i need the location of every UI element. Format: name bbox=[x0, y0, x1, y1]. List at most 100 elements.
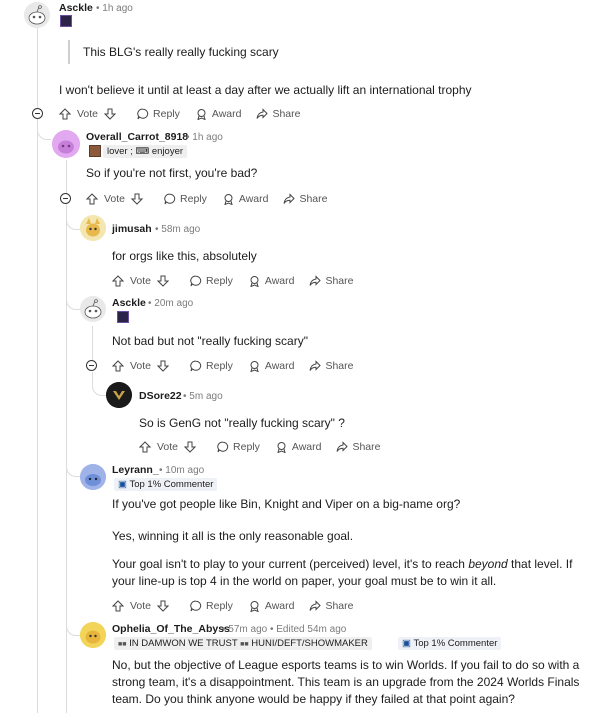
collapse-thread-button[interactable] bbox=[32, 108, 43, 119]
reply-label: Reply bbox=[206, 275, 233, 287]
comment-body: So if you're not first, you're bad? bbox=[86, 166, 258, 180]
badge-text: Top 1% Commenter bbox=[129, 479, 214, 490]
snoo-avatar-icon bbox=[80, 296, 106, 322]
award-button[interactable]: Award bbox=[248, 600, 294, 612]
comment-time-text: 10m ago bbox=[165, 465, 205, 476]
comment-time-text: 1h ago bbox=[192, 132, 223, 143]
comment-body: I won't believe it until at least a day … bbox=[59, 83, 472, 97]
share-button[interactable]: Share bbox=[309, 360, 354, 372]
share-label: Share bbox=[272, 108, 301, 120]
reply-label: Reply bbox=[206, 360, 233, 372]
downvote-icon[interactable] bbox=[157, 600, 170, 612]
avatar[interactable] bbox=[80, 296, 106, 322]
comment-time: • 5m ago bbox=[183, 391, 223, 402]
upvote-icon[interactable] bbox=[139, 441, 151, 453]
comment-time-text: 1h ago bbox=[102, 3, 133, 14]
share-button[interactable]: Share bbox=[309, 600, 354, 612]
upvote-icon[interactable] bbox=[86, 193, 98, 205]
collapse-thread-button[interactable] bbox=[60, 193, 71, 204]
downvote-icon[interactable] bbox=[157, 360, 170, 372]
share-icon bbox=[309, 600, 322, 611]
upvote-icon[interactable] bbox=[112, 360, 124, 372]
share-button[interactable]: Share bbox=[256, 108, 301, 120]
thread-branch bbox=[66, 455, 80, 477]
comment-time-text: 5m ago bbox=[189, 391, 223, 402]
share-icon bbox=[256, 108, 269, 119]
avatar[interactable] bbox=[80, 464, 106, 490]
award-button[interactable]: Award bbox=[248, 275, 294, 287]
thread-branch bbox=[66, 612, 80, 636]
reply-button[interactable]: Reply bbox=[164, 193, 207, 205]
comment-actions: Vote Reply Award Share bbox=[86, 191, 343, 207]
share-button[interactable]: Share bbox=[336, 441, 381, 453]
comment-author[interactable]: Ophelia_Of_The_Abyss bbox=[112, 623, 230, 635]
flair-text: HUNI/DEFT/SHOWMAKER bbox=[251, 638, 368, 649]
award-button[interactable]: Award bbox=[195, 108, 241, 120]
avatar[interactable] bbox=[106, 382, 132, 408]
reply-button[interactable]: Reply bbox=[217, 441, 260, 453]
user-flair: lover ; ⌨ enjoyer bbox=[103, 145, 188, 158]
comment-author[interactable]: Asckle bbox=[112, 297, 146, 309]
team-emblem-icon: ■■ bbox=[240, 641, 249, 648]
comment-bubble-icon bbox=[190, 275, 202, 287]
comment-body: for orgs like this, absolutely bbox=[112, 249, 257, 263]
reply-button[interactable]: Reply bbox=[190, 600, 233, 612]
share-label: Share bbox=[325, 360, 354, 372]
comment-author[interactable]: jimusah bbox=[112, 223, 152, 235]
flair-text: IN DAMWON WE TRUST bbox=[129, 638, 238, 649]
comment-author[interactable]: DSore22 bbox=[139, 390, 182, 402]
avatar[interactable] bbox=[52, 130, 80, 158]
comment-actions: Vote Reply Award Share bbox=[112, 358, 369, 374]
emphasis-text: beyond bbox=[468, 557, 508, 571]
award-button[interactable]: Award bbox=[222, 193, 268, 205]
reply-button[interactable]: Reply bbox=[190, 275, 233, 287]
user-flair-image bbox=[117, 311, 129, 323]
user-flair-image bbox=[89, 145, 101, 157]
vote-label: Vote bbox=[130, 275, 152, 287]
thread-branch bbox=[66, 286, 80, 310]
comment-bubble-icon bbox=[137, 108, 149, 120]
award-icon bbox=[197, 109, 206, 120]
comment-time-text: 58m ago bbox=[161, 224, 201, 235]
award-icon bbox=[250, 276, 259, 287]
upvote-icon[interactable] bbox=[59, 108, 71, 120]
comment-author[interactable]: Asckle bbox=[59, 2, 93, 14]
comment-time: • 10m ago bbox=[159, 465, 205, 476]
reply-button[interactable]: Reply bbox=[137, 108, 180, 120]
thread-branch bbox=[92, 372, 106, 396]
comment-actions: Vote Reply Award Share bbox=[112, 273, 369, 289]
collapse-thread-button[interactable] bbox=[86, 360, 97, 371]
upvote-icon[interactable] bbox=[112, 600, 124, 612]
team-emblem-icon: ■■ bbox=[118, 641, 127, 648]
downvote-icon[interactable] bbox=[131, 193, 144, 205]
comment-author[interactable]: Leyrann_ bbox=[112, 464, 159, 476]
snoo-avatar-icon bbox=[80, 215, 106, 241]
comment-bubble-icon bbox=[190, 360, 202, 372]
comment-time-text: 20m ago bbox=[154, 298, 194, 309]
downvote-icon[interactable] bbox=[184, 441, 197, 453]
thread-branch bbox=[37, 120, 51, 140]
comment-bubble-icon bbox=[217, 441, 229, 453]
downvote-icon[interactable] bbox=[157, 275, 170, 287]
award-label: Award bbox=[264, 360, 295, 372]
downvote-icon[interactable] bbox=[104, 108, 117, 120]
comment-actions: Vote Reply Award Share bbox=[139, 439, 396, 455]
comment-actions: Vote Reply Award Share bbox=[112, 598, 369, 614]
top-commenter-badge: ▣ Top 1% Commenter bbox=[398, 637, 502, 650]
share-button[interactable]: Share bbox=[309, 275, 354, 287]
comment-body: Not bad but not "really fucking scary" bbox=[112, 334, 308, 348]
thread-branch bbox=[66, 206, 80, 230]
share-icon bbox=[336, 441, 349, 452]
award-button[interactable]: Award bbox=[275, 441, 321, 453]
avatar[interactable] bbox=[24, 2, 50, 28]
comment-author[interactable]: Overall_Carrot_8918 bbox=[86, 131, 188, 143]
share-button[interactable]: Share bbox=[283, 193, 328, 205]
award-icon bbox=[250, 361, 259, 372]
share-label: Share bbox=[352, 441, 381, 453]
upvote-icon[interactable] bbox=[112, 275, 124, 287]
reply-button[interactable]: Reply bbox=[190, 360, 233, 372]
avatar[interactable] bbox=[80, 215, 106, 241]
comment-time: • 1h ago bbox=[186, 132, 223, 143]
award-button[interactable]: Award bbox=[248, 360, 295, 372]
avatar[interactable] bbox=[80, 622, 106, 648]
